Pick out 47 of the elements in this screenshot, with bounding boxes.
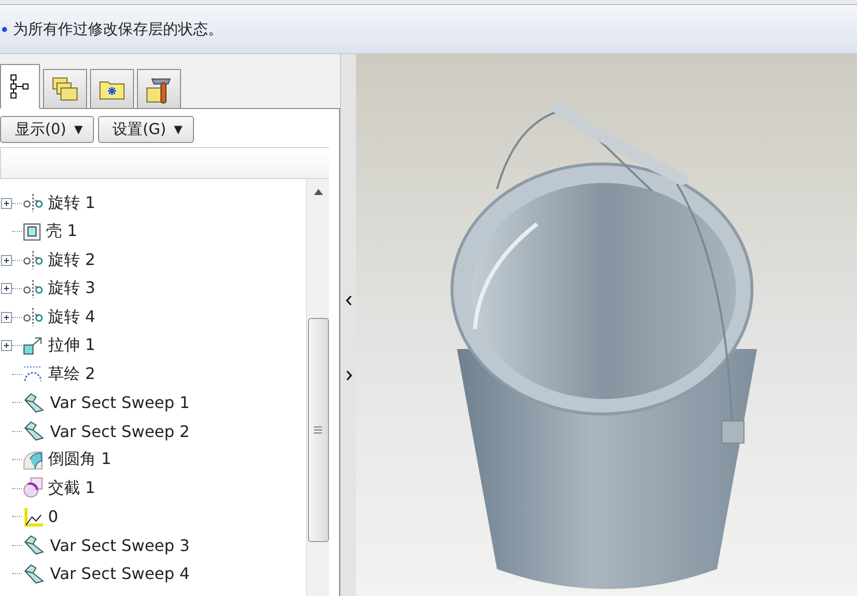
expand-toggle-icon[interactable]: [1, 283, 12, 294]
tree-item[interactable]: 壳 1: [46, 221, 78, 242]
status-message: 为所有作过修改保存层的状态。: [13, 20, 223, 38]
dropdown-button[interactable]: 设置(G) ▼: [98, 116, 194, 143]
tree-item[interactable]: 旋转 4: [48, 306, 96, 328]
expand-toggle-icon[interactable]: [1, 198, 12, 209]
grip-icon: [314, 426, 322, 434]
panel-tab[interactable]: [137, 69, 181, 108]
tree-item[interactable]: 交截 1: [48, 478, 96, 499]
expand-toggle-icon[interactable]: [1, 312, 12, 323]
round-feature-icon: [22, 448, 44, 471]
tree-item[interactable]: Var Sect Sweep 2: [50, 422, 190, 441]
intersect-feature-icon: [22, 477, 44, 500]
tree-item[interactable]: Var Sect Sweep 3: [50, 536, 190, 555]
coordinate-system-icon: [22, 506, 44, 528]
bullet-icon: [2, 26, 7, 32]
panel-tab[interactable]: [0, 64, 40, 109]
stacked-folders-icon: [51, 75, 79, 103]
collapse-left-icon: [346, 296, 352, 305]
scrollbar[interactable]: [306, 179, 329, 596]
expand-toggle-icon[interactable]: [1, 340, 12, 352]
extrude-feature-icon: [22, 336, 44, 356]
revolve-feature-icon: [22, 250, 44, 270]
tree-item[interactable]: 草绘 2: [48, 364, 96, 385]
revolve-feature-icon: [22, 193, 44, 214]
dropdown-button[interactable]: 显示(0) ▼: [0, 116, 94, 143]
scroll-thumb[interactable]: [308, 318, 328, 542]
tree-item[interactable]: 旋转 3: [48, 278, 96, 300]
shell-feature-icon: [22, 222, 42, 242]
revolve-feature-icon: [22, 278, 44, 299]
tree-item[interactable]: 0: [48, 507, 58, 526]
expand-right-icon: [346, 371, 352, 380]
sweep-feature-icon: [22, 534, 46, 556]
sweep-feature-icon: [22, 562, 46, 585]
tree-item[interactable]: Var Sect Sweep 1: [50, 393, 190, 412]
revolve-feature-icon: [22, 307, 44, 328]
tree-item[interactable]: Var Sect Sweep 4: [50, 564, 190, 584]
sweep-feature-icon: [22, 420, 46, 442]
scroll-up-icon: [314, 189, 322, 195]
tree-item[interactable]: 旋转 2: [48, 250, 96, 271]
expand-toggle-icon[interactable]: [1, 254, 12, 266]
filter-field[interactable]: [0, 147, 329, 179]
tree-item[interactable]: 拉伸 1: [48, 335, 96, 356]
tree-item[interactable]: 旋转 1: [48, 192, 96, 214]
model-tree-icon: [9, 74, 31, 100]
sweep-feature-icon: [22, 392, 46, 414]
tree-item[interactable]: 倒圆角 1: [48, 449, 112, 470]
